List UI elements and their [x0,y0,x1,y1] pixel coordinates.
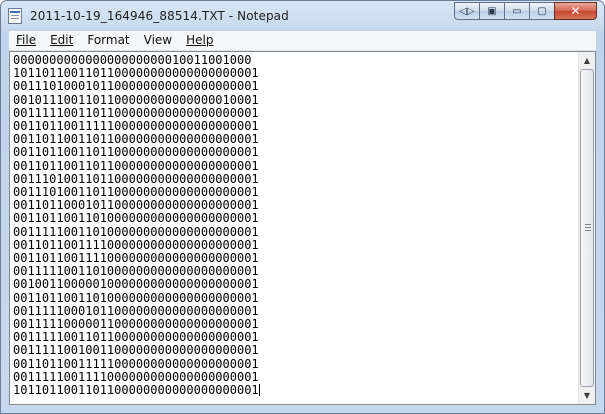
text-line: 0011011001111100000000000000000001 [13,356,259,371]
text-line: 1011011001101100000000000000000001 [13,383,260,398]
text-line: 0010111001101100000000000000010001 [13,92,259,107]
menu-view[interactable]: View [137,31,179,50]
menu-file[interactable]: File [9,31,43,50]
text-line: 0011101000101100000000000000000001 [13,79,259,94]
scroll-down-icon[interactable]: ▼ [580,388,594,403]
menu-file-label: File [16,33,37,47]
scroll-up-icon[interactable]: ▲ [580,53,594,68]
minimize-button[interactable]: ▭ [504,2,530,20]
text-line: 0011011001101100000000000000000001 [13,158,259,173]
menu-help[interactable]: Help [179,31,220,50]
menu-view-label: View [143,33,173,47]
close-button[interactable]: ✕ [554,2,597,20]
menu-help-label: Help [186,33,214,47]
text-line: 0010011000001000000000000000000001 [13,277,259,292]
grip-icon [585,224,591,232]
window-title: 2011-10-19_164946_88514.TXT - Notepad [30,9,289,23]
vertical-scrollbar[interactable]: ▲ ▼ [578,52,595,404]
menu-format[interactable]: Format [80,31,136,50]
text-line: 0011111001101000000000000000000001 [13,224,259,239]
maximize-button[interactable]: ▢ [529,2,555,20]
editor-area[interactable]: 000000000000000000000010011001000 1011011… [9,51,596,405]
notepad-icon[interactable] [8,8,22,24]
menu-edit-label: Edit [50,33,74,47]
text-line: 0011111001001100000000000000000001 [13,343,259,358]
menu-edit[interactable]: Edit [43,31,80,50]
text-line: 0011011001101000000000000000000001 [13,211,259,226]
scroll-thumb[interactable] [580,69,594,387]
text-line: 0011011001101100000000000000000001 [13,145,259,160]
menu-bar: File Edit Format View Help [9,31,596,51]
text-editor[interactable]: 000000000000000000000010011001000 1011011… [10,52,578,404]
title-bar[interactable]: 2011-10-19_164946_88514.TXT - Notepad ◁▷… [1,1,604,31]
notepad-window: 2011-10-19_164946_88514.TXT - Notepad ◁▷… [0,0,605,414]
snap-icon[interactable]: ▣ [479,2,505,20]
text-line: 0011011001101000000000000000000001 [13,290,259,305]
window-controls: ◁▷ ▣ ▭ ▢ ✕ [454,2,597,21]
text-caret [258,384,260,397]
extra-icon[interactable]: ◁▷ [454,2,480,20]
menu-format-label: Format [87,33,130,47]
